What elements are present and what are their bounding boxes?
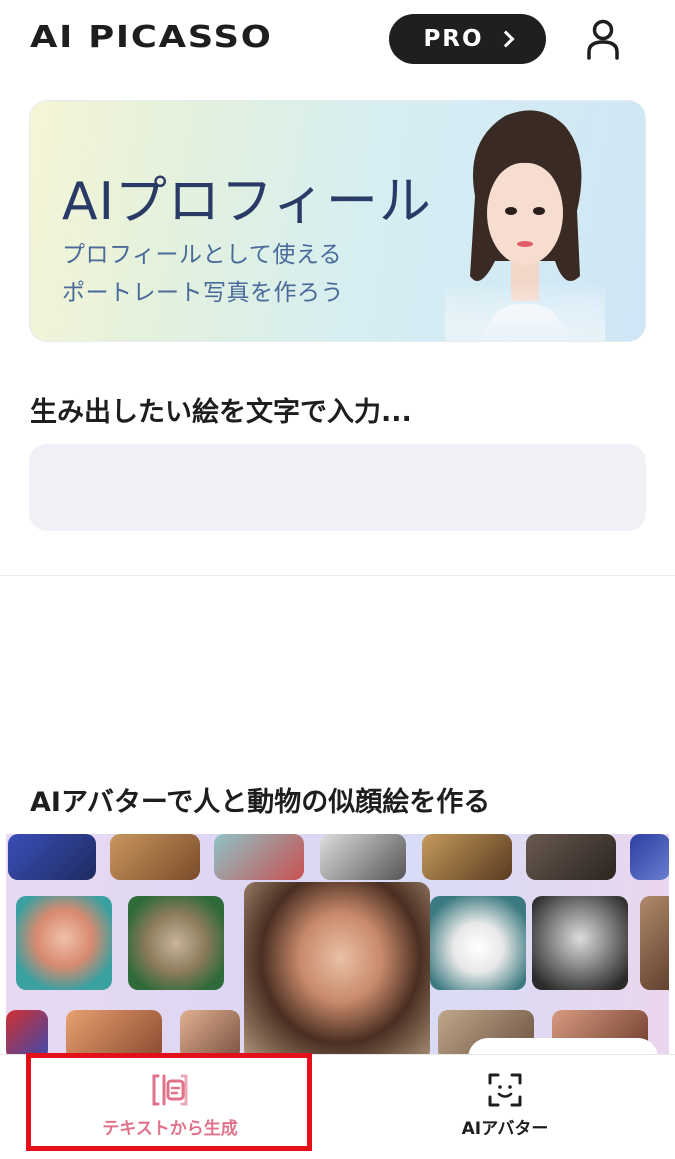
- gallery-thumb: [6, 1010, 48, 1056]
- gallery-thumb: [128, 896, 224, 990]
- avatar-section-title: AIアバターで人と動物の似顔絵を作る: [30, 787, 491, 818]
- account-button[interactable]: [585, 18, 621, 62]
- banner-subtitle-line2: ポートレート写真を作ろう: [62, 280, 344, 306]
- gallery-thumb: [640, 896, 669, 990]
- selection-highlight-box: [26, 1053, 312, 1151]
- pro-label: PRO: [423, 26, 484, 52]
- prompt-label: 生み出したい絵を文字で入力...: [30, 397, 412, 428]
- gallery-thumb: [320, 834, 406, 880]
- face-scan-icon: [488, 1073, 522, 1106]
- prompt-input[interactable]: [29, 444, 646, 531]
- banner-subtitle-line1: プロフィールとして使える: [62, 242, 343, 268]
- gallery-thumb: [180, 1010, 240, 1056]
- gallery-thumb: [422, 834, 512, 880]
- nav-ai-avatar-label: AIアバター: [461, 1118, 549, 1139]
- nav-ai-avatar[interactable]: AIアバター: [370, 1055, 640, 1155]
- avatar-gallery[interactable]: [6, 834, 669, 1056]
- gallery-thumb: [110, 834, 200, 880]
- portrait-image: [445, 101, 605, 341]
- person-icon: [587, 19, 619, 60]
- pro-upgrade-button[interactable]: PRO: [389, 14, 546, 64]
- gallery-thumb: [630, 834, 669, 880]
- chevron-right-icon: [497, 30, 515, 48]
- gallery-thumb: [532, 896, 628, 990]
- gallery-thumb: [214, 834, 304, 880]
- gallery-thumb: [66, 1010, 162, 1056]
- gallery-thumb: [526, 834, 616, 880]
- gallery-featured: [244, 882, 430, 1056]
- banner-title: AIプロフィール: [62, 172, 432, 232]
- ai-profile-banner[interactable]: AIプロフィール プロフィールとして使える ポートレート写真を作ろう: [29, 100, 646, 342]
- gallery-thumb: [16, 896, 112, 990]
- gallery-thumb: [8, 834, 96, 880]
- gallery-thumb: [430, 896, 526, 990]
- app-logo: AI PICASSO: [30, 20, 273, 55]
- section-divider: [0, 575, 675, 576]
